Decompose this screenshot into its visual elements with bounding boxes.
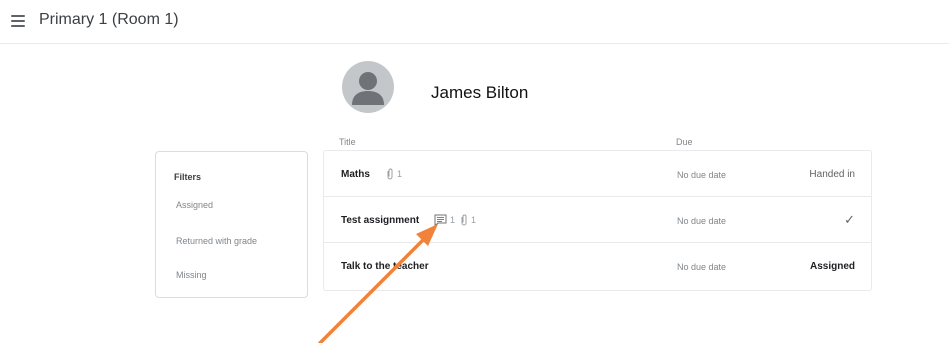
assignment-row-maths[interactable]: Maths 1 No due date Handed in <box>324 151 871 197</box>
class-title: Primary 1 (Room 1) <box>39 11 179 28</box>
checkmark-icon: ✓ <box>844 212 855 227</box>
due-date: No due date <box>677 170 727 180</box>
column-header-due: Due <box>676 137 693 147</box>
annotation-arrow-icon <box>318 224 438 343</box>
student-name: James Bilton <box>431 83 529 102</box>
filter-assigned[interactable]: Assigned <box>176 200 213 210</box>
attachment-count: 1 <box>386 168 402 180</box>
paperclip-icon <box>461 214 467 226</box>
status-label: Handed in <box>809 169 855 180</box>
filter-missing[interactable]: Missing <box>176 270 207 280</box>
due-date: No due date <box>677 216 727 226</box>
filter-returned-with-grade[interactable]: Returned with grade <box>176 236 257 246</box>
filters-heading: Filters <box>174 172 202 182</box>
assignment-title: Maths <box>341 169 370 180</box>
filters-panel: Filters Assigned Returned with grade Mis… <box>155 151 308 298</box>
status-label: Assigned <box>809 261 855 272</box>
top-bar: Primary 1 (Room 1) <box>0 0 949 44</box>
paperclip-icon <box>387 168 393 180</box>
attachment-count: 1 <box>460 214 476 226</box>
due-date: No due date <box>677 262 727 272</box>
column-header-title: Title <box>339 137 356 147</box>
hamburger-menu-icon[interactable] <box>11 15 25 27</box>
person-avatar-icon <box>342 61 394 113</box>
